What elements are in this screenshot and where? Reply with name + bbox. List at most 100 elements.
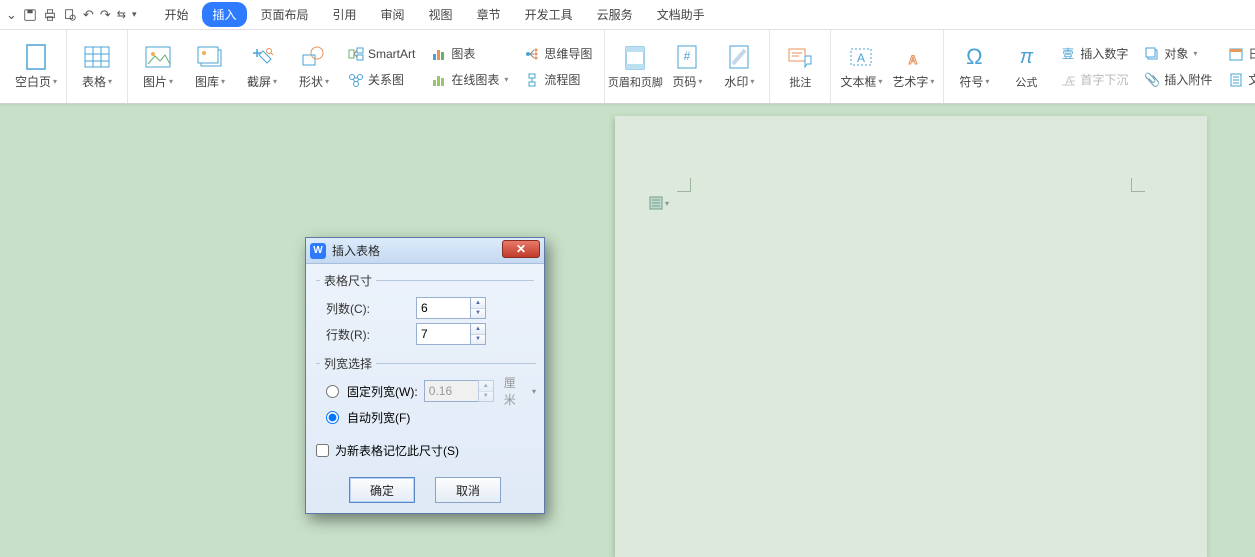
- undo-icon[interactable]: ↶: [83, 7, 94, 23]
- remember-size-checkbox[interactable]: [316, 444, 329, 457]
- smartart-button[interactable]: SmartArt: [344, 43, 419, 65]
- cols-input[interactable]: [416, 297, 470, 319]
- tab-chapter[interactable]: 章节: [467, 2, 511, 27]
- rows-label: 行数(R):: [326, 326, 410, 343]
- blank-page-button[interactable]: 空白页▾: [14, 33, 58, 101]
- svg-text:A: A: [909, 53, 918, 67]
- cols-label: 列数(C):: [326, 300, 410, 317]
- picture-label: 图片: [143, 73, 167, 90]
- redo-icon[interactable]: ↷: [100, 7, 111, 23]
- table-size-group: 表格尺寸 列数(C): ▲▼ 行数(R): ▲▼: [316, 272, 534, 347]
- date-icon: [1228, 46, 1244, 62]
- tab-layout[interactable]: 页面布局: [251, 2, 319, 27]
- save-icon[interactable]: [23, 8, 37, 22]
- spin-up-icon[interactable]: ▲: [471, 324, 485, 335]
- tab-view[interactable]: 视图: [419, 2, 463, 27]
- qat-dropdown-icon[interactable]: ⌄: [6, 7, 17, 23]
- date-button[interactable]: 日期: [1224, 43, 1255, 65]
- doc-parts-icon: [1228, 72, 1244, 88]
- watermark-label: 水印: [724, 73, 748, 90]
- print-preview-icon[interactable]: [63, 8, 77, 22]
- close-button[interactable]: ✕: [502, 240, 540, 258]
- tab-assistant[interactable]: 文档助手: [647, 2, 715, 27]
- doc-parts-label: 文档部件: [1248, 71, 1255, 88]
- insert-number-button[interactable]: 壹插入数字: [1056, 43, 1132, 65]
- gallery-icon: [196, 43, 224, 71]
- menubar: ⌄ ↶ ↷ ⇆ ▾ 开始 插入 页面布局 引用 审阅 视图 章节 开发工具 云服…: [0, 0, 1255, 30]
- spin-up-icon[interactable]: ▲: [471, 298, 485, 309]
- online-chart-label: 在线图表: [451, 71, 499, 88]
- svg-text:A: A: [857, 51, 865, 65]
- tab-cloud[interactable]: 云服务: [587, 2, 643, 27]
- chart-button[interactable]: 图表: [427, 43, 512, 65]
- col-width-group: 列宽选择 固定列宽(W): ▲▼ 厘米▾ 自动列宽(F): [316, 355, 536, 430]
- symbol-button[interactable]: Ω 符号▾: [952, 33, 996, 101]
- spin-down-icon[interactable]: ▼: [471, 335, 485, 345]
- ok-button[interactable]: 确定: [349, 477, 415, 503]
- smartart-icon: [348, 46, 364, 62]
- auto-width-radio[interactable]: [326, 411, 339, 424]
- dialog-title: 插入表格: [332, 242, 380, 259]
- fixed-width-radio[interactable]: [326, 385, 339, 398]
- ribbon-group-symbols: Ω 符号▾ π 公式 壹插入数字 A首字下沉 对象▾ 📎插入附件 日期 文档部件…: [944, 30, 1255, 103]
- dialog-titlebar[interactable]: W 插入表格 ✕: [306, 238, 544, 264]
- tab-references[interactable]: 引用: [323, 2, 367, 27]
- table-button[interactable]: 表格▾: [75, 33, 119, 101]
- auto-width-label: 自动列宽(F): [347, 409, 410, 426]
- attachment-button[interactable]: 📎插入附件: [1140, 69, 1216, 91]
- mindmap-icon: [524, 46, 540, 62]
- cancel-button[interactable]: 取消: [435, 477, 501, 503]
- object-button[interactable]: 对象▾: [1140, 43, 1216, 65]
- flowchart-button[interactable]: 流程图: [520, 69, 596, 91]
- ribbon-tabs: 开始 插入 页面布局 引用 审阅 视图 章节 开发工具 云服务 文档助手: [154, 2, 714, 27]
- tab-review[interactable]: 审阅: [371, 2, 415, 27]
- close-icon: ✕: [516, 242, 526, 256]
- chart-icon: [431, 46, 447, 62]
- qat-customize-icon[interactable]: ▾: [132, 9, 137, 20]
- rows-spinner[interactable]: ▲▼: [470, 323, 486, 345]
- tab-devtools[interactable]: 开发工具: [515, 2, 583, 27]
- watermark-icon: [725, 43, 753, 71]
- insert-table-dialog: W 插入表格 ✕ 表格尺寸 列数(C): ▲▼ 行数(R): ▲▼: [305, 237, 545, 514]
- equation-label: 公式: [1015, 74, 1037, 90]
- chevron-down-icon[interactable]: ▾: [532, 387, 536, 396]
- section-options-button[interactable]: ▾: [649, 196, 669, 210]
- online-chart-icon: [431, 72, 447, 88]
- tab-insert[interactable]: 插入: [202, 2, 246, 27]
- mindmap-label: 思维导图: [544, 45, 592, 62]
- comment-button[interactable]: 批注: [778, 33, 822, 101]
- screenshot-button[interactable]: 截屏▾: [240, 33, 284, 101]
- margin-corner-tr: [1131, 178, 1145, 192]
- gallery-label: 图库: [195, 73, 219, 90]
- cols-spinner[interactable]: ▲▼: [470, 297, 486, 319]
- ribbon-group-headerfooter: 页眉和页脚 # 页码▾ 水印▾: [605, 30, 770, 103]
- tab-start[interactable]: 开始: [154, 2, 198, 27]
- shapes-button[interactable]: 形状▾: [292, 33, 336, 101]
- wordart-icon: A: [899, 43, 927, 71]
- wordart-label: 艺术字: [892, 73, 928, 90]
- wordart-button[interactable]: A 艺术字▾: [891, 33, 935, 101]
- watermark-button[interactable]: 水印▾: [717, 33, 761, 101]
- ribbon-group-comment: 批注: [770, 30, 831, 103]
- online-chart-button[interactable]: 在线图表▾: [427, 69, 512, 91]
- qat-more-icon[interactable]: ⇆: [117, 8, 126, 21]
- doc-parts-button[interactable]: 文档部件▾: [1224, 69, 1255, 91]
- picture-icon: [144, 43, 172, 71]
- object-label: 对象: [1164, 45, 1188, 62]
- picture-button[interactable]: 图片▾: [136, 33, 180, 101]
- ribbon-group-text: A 文本框▾ A 艺术字▾: [831, 30, 944, 103]
- equation-button[interactable]: π 公式: [1004, 33, 1048, 101]
- symbol-icon: Ω: [960, 43, 988, 71]
- mindmap-button[interactable]: 思维导图: [520, 43, 596, 65]
- unit-select[interactable]: 厘米: [504, 374, 525, 408]
- page-number-button[interactable]: # 页码▾: [665, 33, 709, 101]
- spin-down-icon[interactable]: ▼: [471, 309, 485, 319]
- textbox-button[interactable]: A 文本框▾: [839, 33, 883, 101]
- header-footer-button[interactable]: 页眉和页脚: [613, 33, 657, 101]
- relation-button[interactable]: 关系图: [344, 69, 419, 91]
- symbol-label: 符号: [959, 73, 983, 90]
- print-icon[interactable]: [43, 8, 57, 22]
- gallery-button[interactable]: 图库▾: [188, 33, 232, 101]
- dialog-body: 表格尺寸 列数(C): ▲▼ 行数(R): ▲▼ 列宽选择 固定列宽(W): [306, 264, 544, 513]
- rows-input[interactable]: [416, 323, 470, 345]
